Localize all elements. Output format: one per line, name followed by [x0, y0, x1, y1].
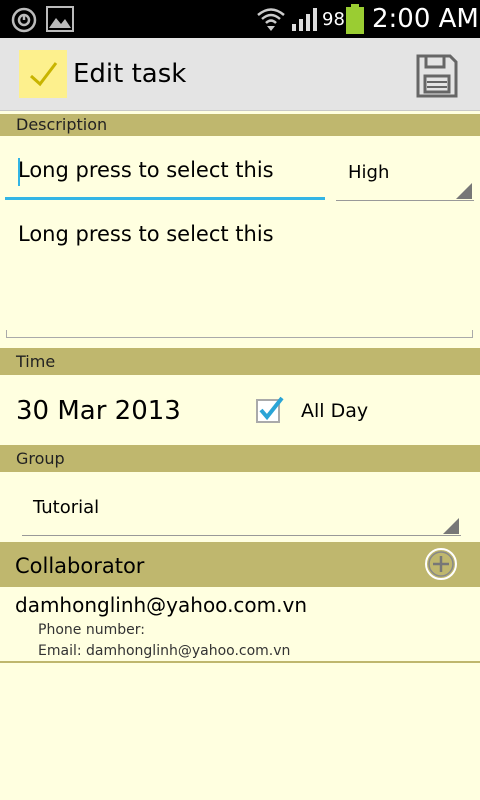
dropdown-arrow-icon: [456, 183, 472, 199]
divider: [0, 661, 480, 663]
power-icon: [11, 7, 37, 33]
all-day-label: All Day: [301, 400, 369, 422]
battery-percent: 98: [322, 9, 345, 30]
section-header-description: Description: [0, 114, 480, 136]
notes-frame: [6, 330, 473, 338]
dropdown-arrow-icon: [443, 518, 459, 534]
status-bar: 98 2:00 AM: [0, 0, 480, 38]
checkmark-icon[interactable]: [19, 50, 67, 98]
task-notes-text: Long press to select this: [18, 222, 274, 246]
collaborator-phone: Phone number:: [38, 622, 145, 638]
save-icon: [416, 54, 458, 98]
date-picker[interactable]: 30 Mar 2013: [16, 396, 181, 426]
task-notes-input[interactable]: Long press to select this: [6, 214, 473, 338]
section-label: Description: [16, 115, 108, 134]
battery-icon: [346, 4, 364, 34]
image-icon: [46, 6, 74, 32]
add-circle-icon: [425, 548, 457, 580]
task-title-underline: [5, 197, 325, 200]
add-collaborator-button[interactable]: [423, 546, 459, 582]
action-bar: Edit task: [0, 38, 480, 111]
all-day-checkbox[interactable]: [255, 395, 284, 423]
section-label: Time: [16, 352, 56, 371]
group-value: Tutorial: [33, 497, 100, 518]
text-cursor: [18, 158, 20, 186]
save-button[interactable]: [412, 52, 460, 100]
spinner-underline: [336, 200, 474, 201]
checkbox-checked-icon: [256, 396, 284, 423]
spinner-underline: [22, 535, 461, 536]
section-header-group: Group: [0, 445, 480, 472]
signal-icon: [292, 8, 317, 31]
priority-spinner[interactable]: High: [336, 150, 474, 201]
section-label: Group: [16, 449, 65, 468]
status-clock: 2:00 AM: [372, 4, 479, 34]
task-title-input[interactable]: Long press to select this: [18, 158, 318, 182]
priority-value: High: [348, 162, 390, 183]
section-label: Collaborator: [15, 554, 145, 578]
group-spinner[interactable]: Tutorial: [22, 480, 461, 536]
page-title: Edit task: [73, 59, 187, 89]
collaborator-email-detail: Email: damhonglinh@yahoo.com.vn: [38, 643, 291, 659]
collaborator-email: damhonglinh@yahoo.com.vn: [15, 593, 308, 617]
section-header-time: Time: [0, 348, 480, 375]
wifi-icon: [257, 8, 285, 31]
